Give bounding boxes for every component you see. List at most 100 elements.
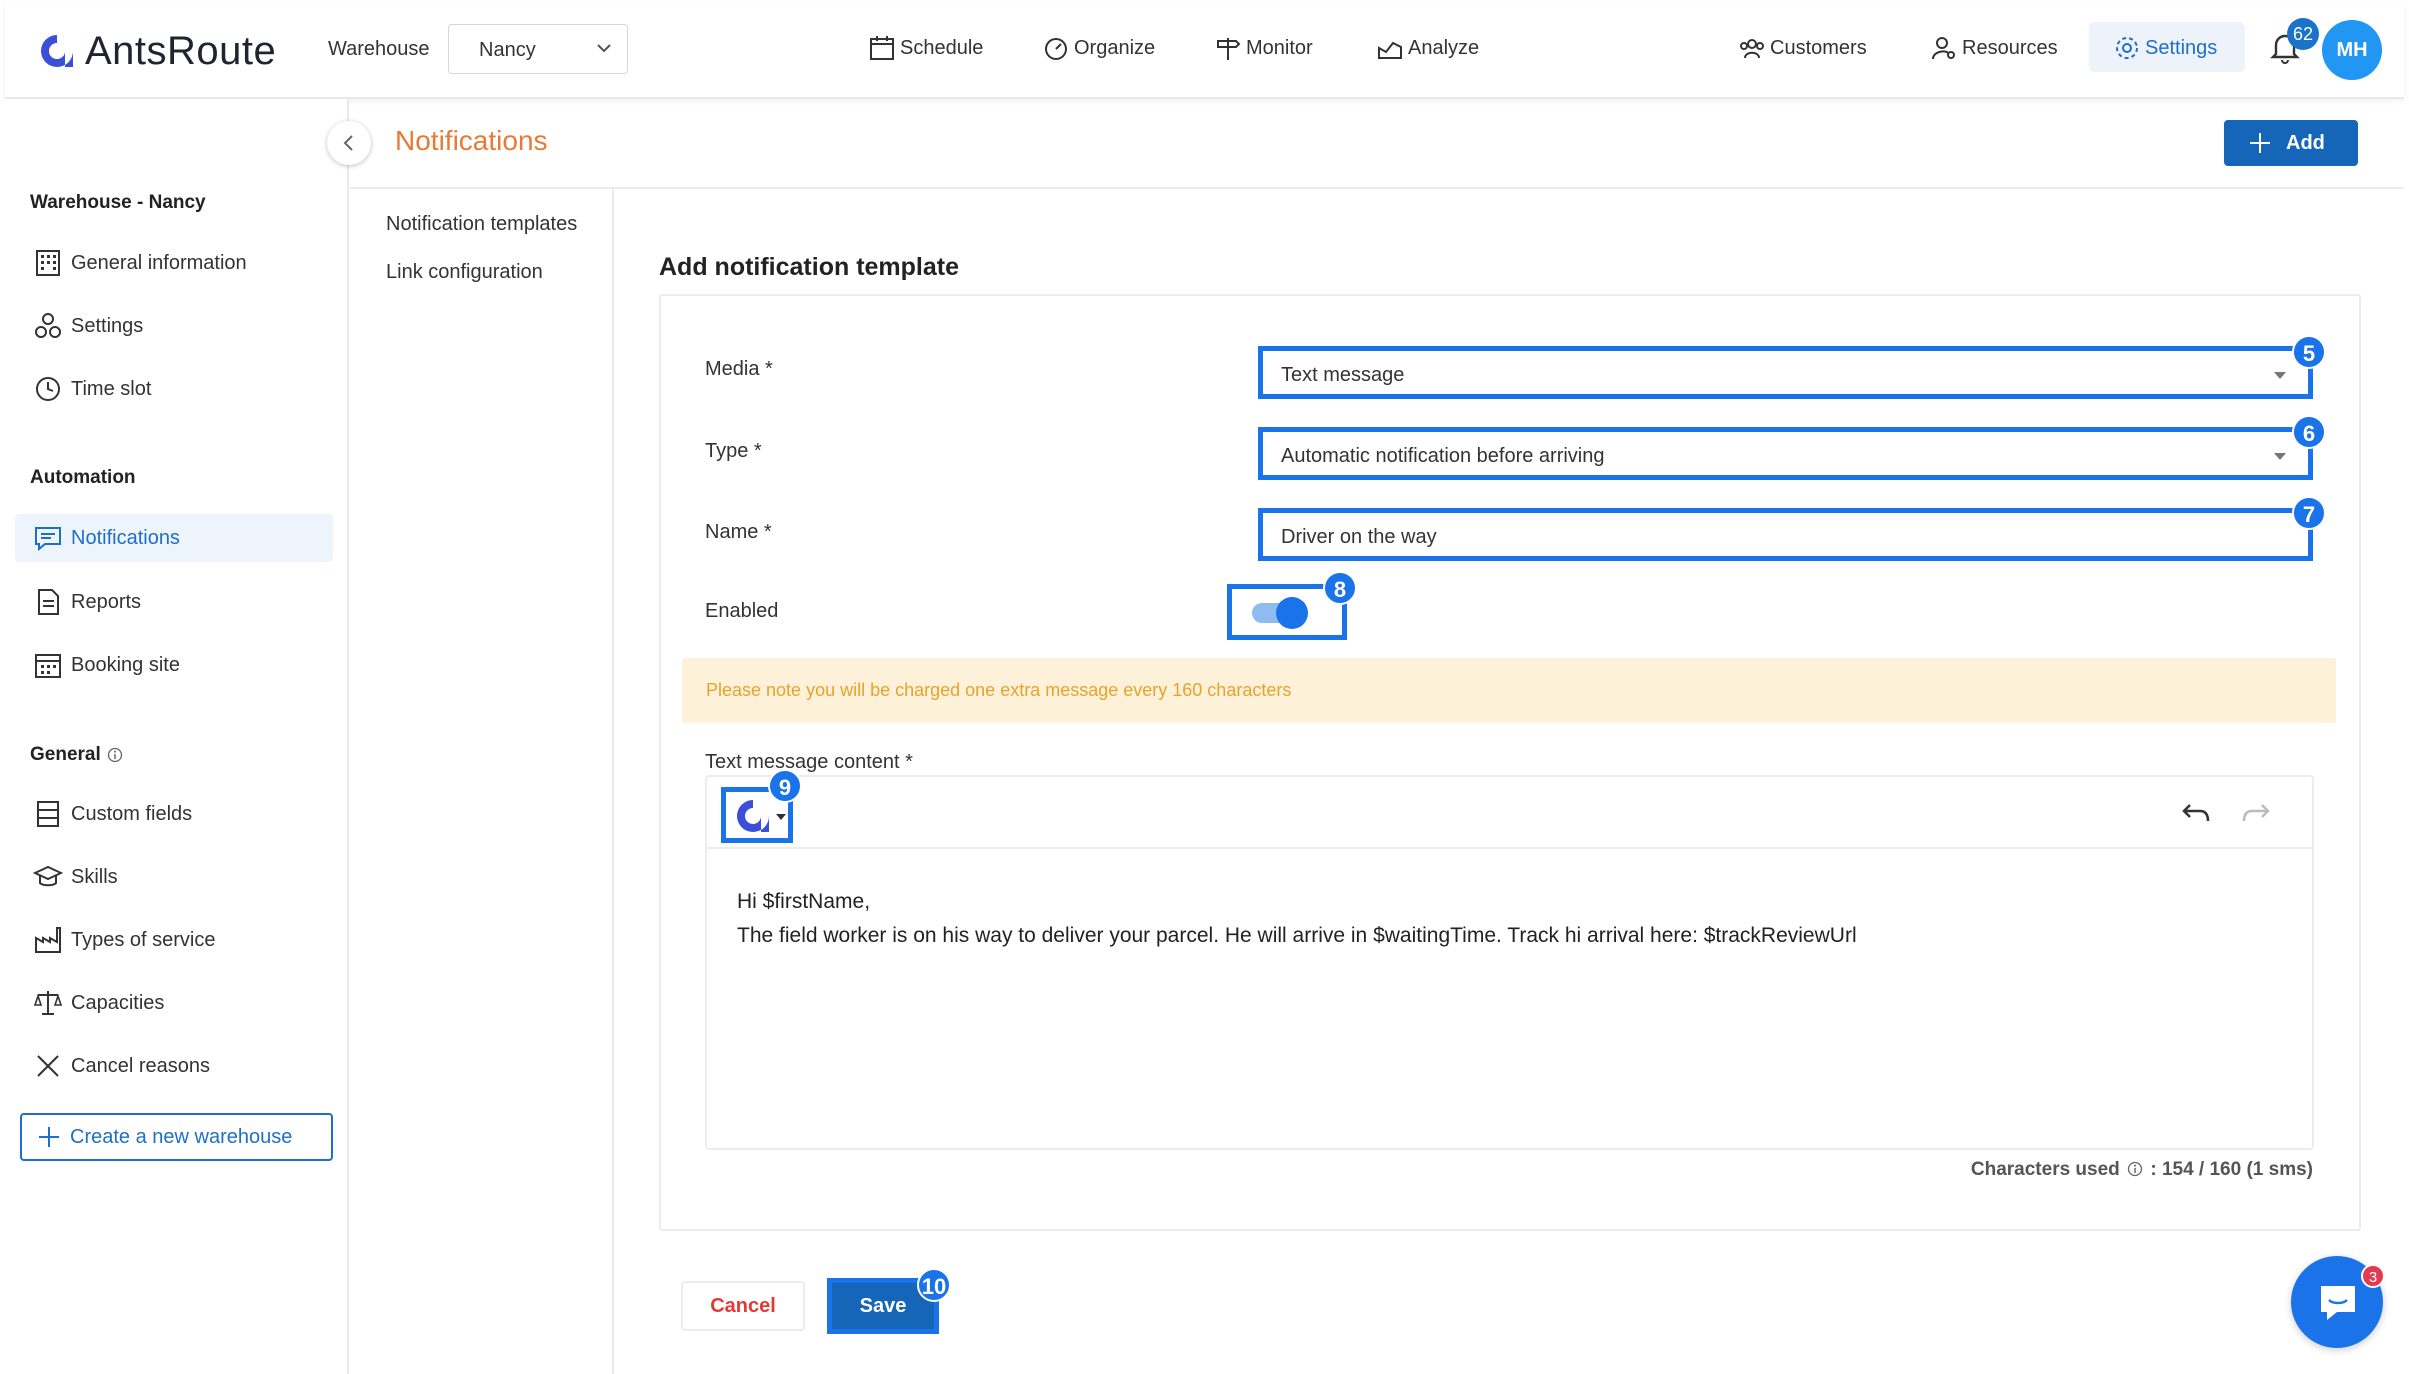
type-select[interactable]: Automatic notification before arriving: [1258, 427, 2313, 480]
name-input-value: Driver on the way: [1281, 526, 1437, 548]
callout-badge: 8: [1323, 571, 1357, 605]
antsroute-logo-icon: [41, 35, 73, 67]
characters-used-label: Characters used: [1970, 1159, 2120, 1180]
dropdown-arrow-icon: [776, 814, 786, 820]
redo-icon[interactable]: [2240, 801, 2272, 825]
sidebar-item-label: Notifications: [71, 526, 180, 549]
editor-toolbar: [707, 777, 2312, 849]
sidebar-item-label: Types of service: [71, 928, 216, 951]
scale-icon: [33, 991, 63, 1015]
nav-organize[interactable]: Organize: [1042, 32, 1155, 64]
sidebar-item-settings[interactable]: Settings: [15, 302, 333, 350]
page-header: [350, 99, 2404, 189]
sidebar-item-label: Cancel reasons: [71, 1054, 210, 1077]
notifications-badge: 62: [2287, 18, 2319, 50]
chat-bubble-icon: [2321, 1286, 2355, 1320]
gauge-icon: [1045, 38, 1067, 60]
nav-customers-label: Customers: [1770, 36, 1867, 59]
type-select-value: Automatic notification before arriving: [1281, 445, 1605, 467]
nav-analyze-label: Analyze: [1408, 36, 1480, 59]
media-label: Media *: [705, 358, 773, 380]
callout-badge: 7: [2292, 496, 2326, 530]
sidebar-item-cancel-reasons[interactable]: Cancel reasons: [15, 1042, 333, 1090]
customers-icon: [1740, 39, 1764, 59]
create-warehouse-button[interactable]: Create a new warehouse: [20, 1113, 333, 1161]
media-select-value: Text message: [1281, 364, 1405, 386]
dropdown-arrow-icon: [2274, 453, 2286, 460]
chat-badge: 3: [2361, 1264, 2385, 1288]
type-label: Type *: [705, 440, 762, 462]
dropdown-arrow-icon: [2274, 372, 2286, 379]
chevron-left-icon: [343, 135, 353, 151]
clock-icon: [36, 377, 60, 401]
cogs-icon: [35, 313, 61, 338]
gear-icon: [2116, 37, 2138, 59]
sidebar-item-label: General information: [71, 251, 247, 274]
calendar-icon: [870, 36, 894, 60]
characters-used: Characters used : 154 / 160 (1 sms): [1971, 1159, 2313, 1181]
sidebar-item-booking-site[interactable]: Booking site: [15, 641, 333, 689]
sidebar-item-label: Reports: [71, 590, 142, 613]
subnav-item-notification-templates[interactable]: Notification templates: [386, 213, 577, 236]
sidebar-item-general-information[interactable]: General information: [15, 239, 333, 287]
resources-icon: [1932, 37, 1955, 60]
nav-resources-label: Resources: [1962, 36, 2058, 59]
area-chart-icon: [1378, 41, 1402, 59]
sidebar-item-notifications[interactable]: Notifications: [15, 514, 333, 562]
nav-schedule-label: Schedule: [900, 36, 984, 59]
message-line: Hi $firstName,: [737, 890, 871, 913]
close-icon: [37, 1055, 59, 1077]
message-icon: [35, 527, 61, 552]
nav-monitor[interactable]: Monitor: [1214, 32, 1313, 64]
add-button[interactable]: Add: [2224, 120, 2358, 166]
factory-icon: [35, 927, 61, 953]
nav-resources[interactable]: Resources: [1930, 32, 2058, 64]
signpost-icon: [1217, 38, 1241, 60]
nav-settings[interactable]: Settings: [2113, 32, 2217, 64]
info-icon[interactable]: [2127, 1161, 2143, 1177]
sidebar-item-types-of-service[interactable]: Types of service: [15, 916, 333, 964]
warehouse-label: Warehouse: [328, 38, 430, 60]
form-title: Add notification template: [659, 253, 959, 281]
nav-settings-label: Settings: [2145, 36, 2218, 59]
callout-badge: 6: [2292, 415, 2326, 449]
name-label: Name *: [705, 521, 772, 543]
settings-subnav: Notification templates Link configuratio…: [350, 188, 614, 1374]
sidebar-item-capacities[interactable]: Capacities: [15, 979, 333, 1027]
name-input[interactable]: Driver on the way: [1258, 508, 2313, 561]
nav-customers[interactable]: Customers: [1738, 32, 1867, 64]
create-warehouse-label: Create a new warehouse: [70, 1125, 293, 1148]
warehouse-select-value: Nancy: [479, 39, 536, 61]
nav-schedule[interactable]: Schedule: [868, 32, 983, 64]
form-fields-icon: [37, 801, 59, 827]
subnav-item-link-configuration[interactable]: Link configuration: [386, 261, 543, 284]
plus-icon: [2250, 133, 2270, 153]
charge-notice: Please note you will be charged one extr…: [682, 658, 2336, 723]
characters-used-value: : 154 / 160 (1 sms): [2150, 1159, 2313, 1180]
sidebar-item-label: Time slot: [71, 377, 152, 400]
nav-organize-label: Organize: [1074, 36, 1156, 59]
sidebar-item-label: Booking site: [71, 653, 180, 676]
undo-icon[interactable]: [2180, 801, 2212, 825]
sidebar-item-label: Custom fields: [71, 802, 193, 825]
chevron-down-icon: [597, 44, 611, 53]
app-logo[interactable]: AntsRoute: [37, 27, 276, 75]
sidebar-heading-general-label: General: [30, 744, 101, 765]
page-title: Notifications: [395, 125, 548, 156]
sidebar-item-reports[interactable]: Reports: [15, 578, 333, 626]
cancel-button[interactable]: Cancel: [681, 1281, 805, 1331]
plus-icon: [39, 1127, 59, 1147]
info-icon[interactable]: [107, 747, 123, 763]
nav-analyze[interactable]: Analyze: [1376, 32, 1479, 64]
media-select[interactable]: Text message: [1258, 346, 2313, 399]
collapse-sidebar-button[interactable]: [327, 121, 371, 165]
sidebar-item-skills[interactable]: Skills: [15, 853, 333, 901]
sidebar-item-custom-fields[interactable]: Custom fields: [15, 790, 333, 838]
sidebar-item-time-slot[interactable]: Time slot: [15, 365, 333, 413]
avatar[interactable]: MH: [2322, 20, 2382, 80]
message-content[interactable]: Hi $firstName, The field worker is on hi…: [737, 885, 1857, 953]
sidebar-heading-general: General: [30, 744, 123, 766]
calendar-icon: [35, 654, 61, 678]
warehouse-select[interactable]: Nancy: [448, 24, 628, 74]
message-editor[interactable]: Hi $firstName, The field worker is on hi…: [705, 775, 2314, 1150]
